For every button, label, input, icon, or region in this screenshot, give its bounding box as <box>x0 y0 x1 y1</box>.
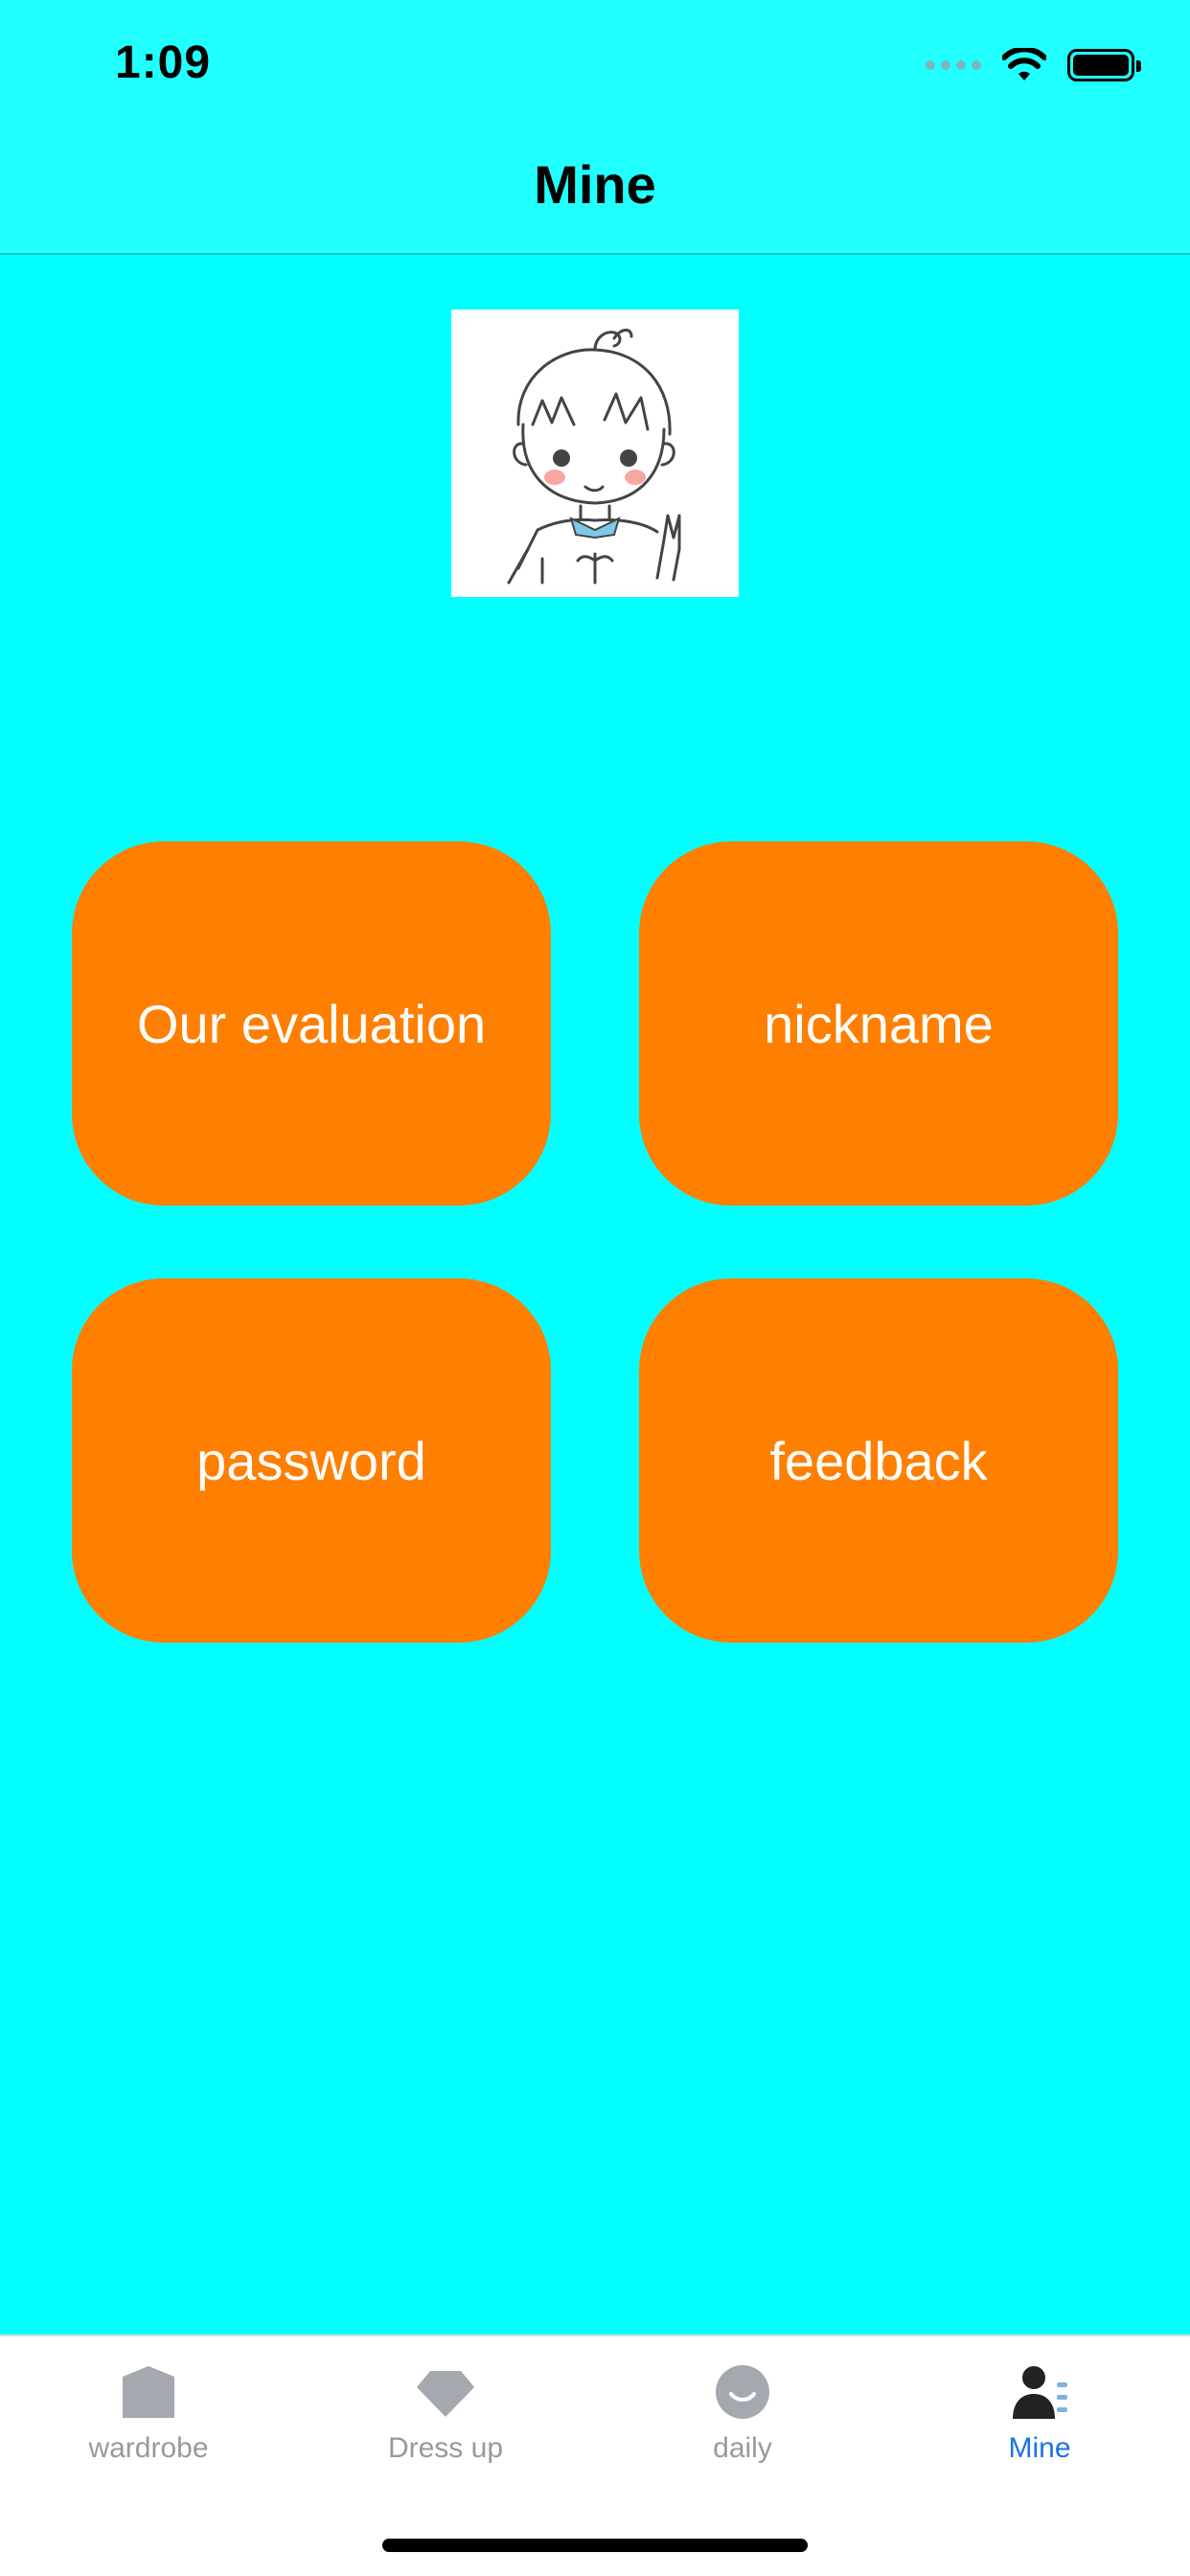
nickname-button[interactable]: nickname <box>639 841 1118 1206</box>
password-label: password <box>196 1430 426 1491</box>
nickname-label: nickname <box>764 993 994 1054</box>
home-indicator[interactable] <box>382 2539 808 2552</box>
wardrobe-icon <box>123 2366 174 2418</box>
person-icon <box>1013 2366 1067 2419</box>
tab-dress-up[interactable]: Dress up <box>297 2336 594 2499</box>
cartoon-avatar-icon <box>507 329 681 585</box>
battery-icon <box>1067 49 1141 81</box>
smile-icon <box>716 2365 769 2419</box>
our-evaluation-label: Our evaluation <box>136 993 487 1054</box>
status-time: 1:09 <box>115 37 212 88</box>
tab-mine-label: Mine <box>1008 2432 1071 2464</box>
tab-dress-up-label: Dress up <box>387 2432 504 2464</box>
avatar[interactable] <box>451 310 739 597</box>
page-title: Mine <box>534 154 656 215</box>
tab-daily[interactable]: daily <box>594 2336 891 2499</box>
status-bar: 1:09 <box>0 0 1190 126</box>
navigation-header: 1:09 Mine <box>0 0 1190 255</box>
our-evaluation-button[interactable]: Our evaluation <box>72 841 551 1206</box>
tab-mine[interactable]: Mine <box>891 2336 1188 2499</box>
tab-wardrobe[interactable]: wardrobe <box>0 2336 297 2499</box>
tab-daily-label: daily <box>713 2432 772 2464</box>
feedback-label: feedback <box>769 1430 988 1491</box>
password-button[interactable]: password <box>72 1278 551 1643</box>
wifi-icon <box>1002 48 1046 80</box>
diamond-icon <box>417 2371 474 2417</box>
cellular-signal-icon <box>926 60 981 70</box>
feedback-button[interactable]: feedback <box>639 1278 1118 1643</box>
tab-wardrobe-label: wardrobe <box>88 2432 209 2464</box>
status-icons <box>926 46 1141 84</box>
